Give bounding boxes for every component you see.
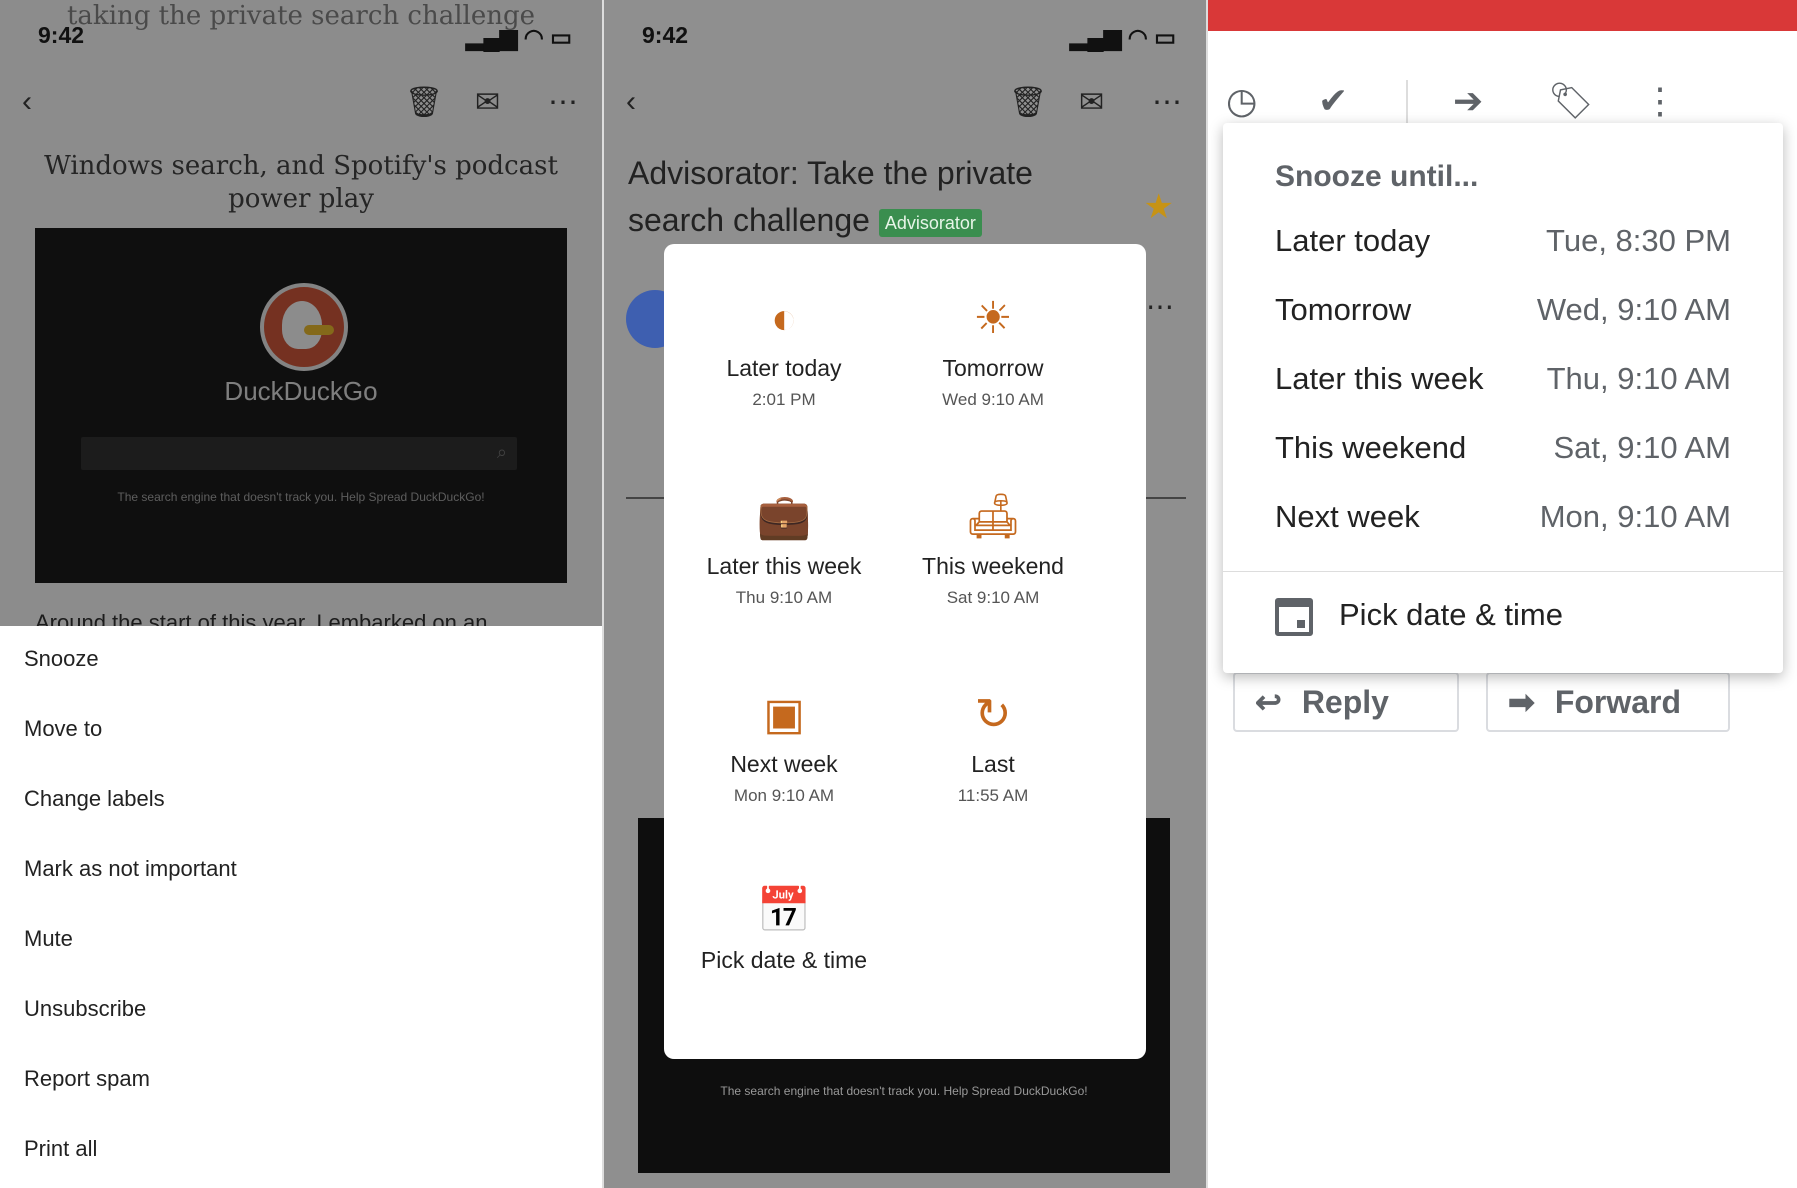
option-time: Mon 9:10 AM: [733, 786, 835, 805]
more-icon[interactable]: ⋯: [548, 85, 578, 120]
menu-divider: [1223, 571, 1783, 572]
snooze-row-next-week[interactable]: Next week Mon, 9:10 AM: [1275, 499, 1731, 539]
option-time: Thu 9:10 AM: [735, 588, 833, 607]
panel-ios-snooze: 9:42 ▂▄▆ ◠ ▭ ‹ 🗑 ✉ ⋯ Advisorator: Take t…: [604, 0, 1206, 1188]
snooze-option-pick-date[interactable]: 📅 Pick date & time: [679, 881, 889, 974]
row-label: Later today: [1275, 223, 1431, 258]
snooze-menu: Snooze until... Later today Tue, 8:30 PM…: [1223, 123, 1783, 673]
option-time: 11:55 AM: [957, 786, 1029, 805]
action-sheet: Snooze Move to Change labels Mark as not…: [0, 626, 602, 1188]
menu-item-change-labels[interactable]: Change labels: [24, 786, 165, 812]
toolbar-divider: [1406, 80, 1408, 124]
later-today-icon: ◐: [770, 294, 798, 343]
row-value: Mon, 9:10 AM: [1539, 499, 1731, 534]
snooze-option-last[interactable]: ↻ Last 11:55 AM: [888, 685, 1098, 806]
calendar-icon: [1275, 597, 1313, 636]
snooze-picker: ◐ Later today 2:01 PM ☀ Tomorrow Wed 9:1…: [664, 244, 1146, 1059]
row-label: Next week: [1275, 499, 1420, 534]
reply-button[interactable]: ↩ Reply: [1233, 672, 1459, 732]
menu-item-print-all[interactable]: Print all: [24, 1136, 97, 1162]
mail-icon[interactable]: ✉: [475, 85, 500, 120]
reply-icon: ↩: [1255, 684, 1282, 720]
couch-icon: 🛋: [965, 492, 1021, 541]
snooze-option-this-weekend[interactable]: 🛋 This weekend Sat 9:10 AM: [888, 487, 1098, 608]
option-label: Later this week: [706, 553, 862, 579]
more-icon[interactable]: ⋯: [1152, 85, 1182, 120]
app-header-bar: [1208, 0, 1797, 31]
forward-label: Forward: [1554, 684, 1682, 720]
row-label: Tomorrow: [1275, 292, 1412, 327]
label-badge[interactable]: Advisorator: [878, 208, 982, 237]
reply-label: Reply: [1301, 684, 1389, 720]
forward-icon: ➡: [1508, 684, 1535, 720]
more-vert-icon[interactable]: ⋮: [1642, 80, 1678, 122]
forward-button[interactable]: ➡ Forward: [1486, 672, 1730, 732]
panel-ios-actions: taking the private search challenge Wind…: [0, 0, 602, 1188]
star-icon[interactable]: ★: [1144, 187, 1174, 227]
menu-item-mark-not-important[interactable]: Mark as not important: [24, 856, 237, 882]
menu-item-move-to[interactable]: Move to: [24, 716, 102, 742]
briefcase-icon: 💼: [756, 492, 812, 541]
row-value: Tue, 8:30 PM: [1546, 223, 1731, 258]
move-to-icon[interactable]: ➔: [1453, 80, 1483, 122]
panel-web-snooze: ◷ ✔ ➔ 🏷 ⋮ ↩ Reply ➡ Forward Snooze until..…: [1208, 0, 1797, 1188]
option-time: 2:01 PM: [752, 390, 816, 409]
back-icon[interactable]: ‹: [22, 85, 32, 119]
option-time: Wed 9:10 AM: [942, 390, 1044, 409]
row-value: Sat, 9:10 AM: [1553, 430, 1732, 465]
row-label: This weekend: [1275, 430, 1467, 465]
status-time: 9:42: [642, 22, 689, 48]
row-label: Later this week: [1275, 361, 1484, 396]
status-bar: 9:42 ▂▄▆ ◠ ▭: [642, 18, 1176, 54]
add-task-icon[interactable]: ✔: [1318, 80, 1348, 122]
snooze-row-this-weekend[interactable]: This weekend Sat, 9:10 AM: [1275, 430, 1731, 470]
option-label: Tomorrow: [942, 355, 1044, 381]
snooze-option-later-this-week[interactable]: 💼 Later this week Thu 9:10 AM: [679, 487, 889, 608]
trash-icon[interactable]: 🗑: [1009, 85, 1047, 120]
pick-date-time-item[interactable]: Pick date & time: [1275, 597, 1563, 636]
repeat-icon: ↻: [974, 690, 1012, 739]
snooze-option-tomorrow[interactable]: ☀ Tomorrow Wed 9:10 AM: [888, 289, 1098, 410]
snooze-row-later-this-week[interactable]: Later this week Thu, 9:10 AM: [1275, 361, 1731, 401]
row-value: Thu, 9:10 AM: [1546, 361, 1731, 396]
email-subject: Advisorator: Take the private search cha…: [628, 150, 1148, 244]
option-label: Next week: [730, 751, 838, 777]
menu-item-snooze[interactable]: Snooze: [24, 646, 99, 672]
option-label: This weekend: [922, 553, 1064, 579]
subject-line-2: search challenge: [628, 202, 870, 238]
menu-item-mute[interactable]: Mute: [24, 926, 73, 952]
status-time: 9:42: [38, 22, 85, 48]
subject-line-1: Advisorator: Take the private: [628, 155, 1033, 191]
menu-item-report-spam[interactable]: Report spam: [24, 1066, 150, 1092]
sender-more-icon[interactable]: ⋯: [1146, 290, 1174, 323]
signal-wifi-battery-icon: ▂▄▆ ◠ ▭: [465, 24, 572, 50]
label-icon[interactable]: 🏷: [1548, 80, 1594, 122]
tomorrow-icon: ☀: [973, 294, 1013, 343]
status-bar: 9:42 ▂▄▆ ◠ ▭: [38, 18, 572, 54]
snooze-option-next-week[interactable]: ▣ Next week Mon 9:10 AM: [679, 685, 889, 806]
mail-icon[interactable]: ✉: [1079, 85, 1104, 120]
snooze-row-later-today[interactable]: Later today Tue, 8:30 PM: [1275, 223, 1731, 263]
dim-overlay: [0, 0, 602, 626]
snooze-option-later-today[interactable]: ◐ Later today 2:01 PM: [679, 289, 889, 410]
trash-icon[interactable]: 🗑: [405, 85, 443, 120]
signal-wifi-battery-icon: ▂▄▆ ◠ ▭: [1069, 24, 1176, 50]
ddg-tagline: The search engine that doesn't track you…: [720, 1084, 1088, 1098]
snooze-row-tomorrow[interactable]: Tomorrow Wed, 9:10 AM: [1275, 292, 1731, 332]
option-label: Pick date & time: [700, 947, 868, 973]
option-label: Last: [971, 751, 1015, 777]
back-icon[interactable]: ‹: [626, 85, 636, 119]
snooze-menu-title: Snooze until...: [1275, 160, 1479, 193]
menu-item-unsubscribe[interactable]: Unsubscribe: [24, 996, 146, 1022]
row-value: Wed, 9:10 AM: [1536, 292, 1731, 327]
option-label: Later today: [726, 355, 842, 381]
pick-label: Pick date & time: [1339, 597, 1563, 632]
calendar-icon: 📅: [756, 886, 812, 935]
snooze-clock-icon[interactable]: ◷: [1226, 80, 1257, 122]
next-week-icon: ▣: [763, 690, 805, 739]
option-time: Sat 9:10 AM: [946, 588, 1040, 607]
